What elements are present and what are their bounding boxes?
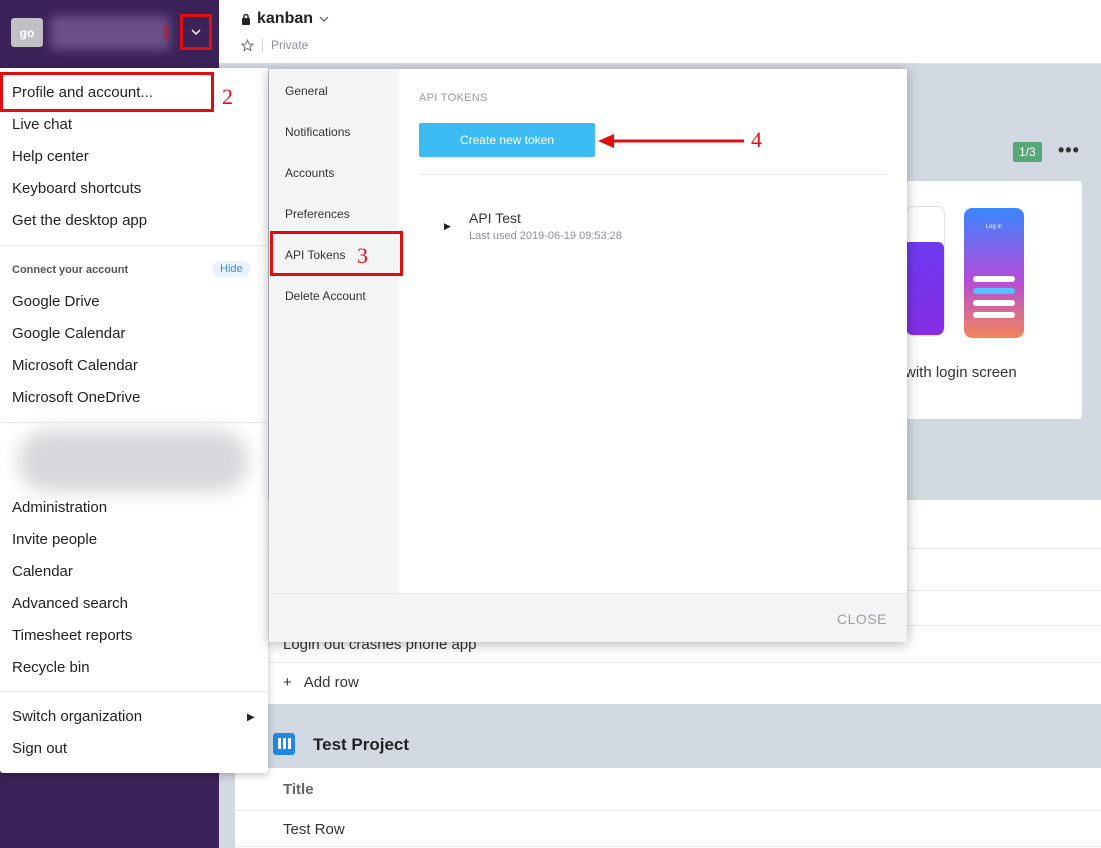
nav-accounts[interactable]: Accounts [285,166,334,180]
nav-delete-account[interactable]: Delete Account [285,289,366,303]
plus-icon: + [283,674,292,691]
menu-item-keyboard-shortcuts[interactable]: Keyboard shortcuts [12,180,141,197]
divider [262,38,263,52]
board-meta: Private [241,38,308,52]
connect-section-label: Connect your account [12,264,129,276]
board-card[interactable]: Log in with login screen [905,181,1082,419]
menu-item-invite-people[interactable]: Invite people [12,531,97,548]
phone-title: Log in [985,224,1003,230]
board-title[interactable]: kanban [241,10,329,28]
menu-item-recycle-bin[interactable]: Recycle bin [12,659,90,676]
menu-item-advanced-search[interactable]: Advanced search [12,595,128,612]
hide-button[interactable]: Hide [212,261,251,277]
board-icon [273,733,295,755]
card-caption: with login screen [905,364,1017,381]
menu-item-google-calendar[interactable]: Google Calendar [12,325,125,342]
divider [235,662,1101,663]
modal-footer: CLOSE [269,593,907,642]
menu-item-sign-out[interactable]: Sign out [12,740,67,757]
lock-icon [242,13,250,25]
nav-api-tokens[interactable]: API Tokens [285,248,345,262]
workspace-name-redacted [50,16,170,50]
annotation-2: 2 [222,84,233,109]
add-row-button[interactable]: + Add row [283,674,359,691]
nav-preferences[interactable]: Preferences [285,207,350,221]
board-header: kanban Private [219,0,1101,64]
project-table: Title Test Row [235,768,1101,848]
expand-icon[interactable]: ▶ [444,221,451,232]
divider [0,245,268,246]
star-icon[interactable] [241,38,254,52]
workspace-dropdown-menu: Profile and account... Live chat Help ce… [0,68,268,773]
annotation-1: 1 [160,20,171,45]
create-token-button[interactable]: Create new token [419,123,595,157]
token-name[interactable]: API Test [469,210,521,226]
caret-right-icon: ▶ [247,712,255,723]
table-row[interactable]: Test Row [283,821,345,838]
add-row-label: Add row [303,674,359,691]
annotation-arrow-icon [598,134,744,148]
divider [419,174,887,175]
divider [0,422,268,423]
mockup-phone-image [905,206,945,336]
annotation-4: 4 [751,127,762,152]
menu-item-microsoft-onedrive[interactable]: Microsoft OneDrive [12,389,140,406]
visibility-label: Private [271,38,309,52]
menu-item-microsoft-calendar[interactable]: Microsoft Calendar [12,357,138,374]
token-last-used: Last used 2019-06-19 09:53:28 [469,230,622,242]
nav-notifications[interactable]: Notifications [285,125,350,139]
column-header-title[interactable]: Title [283,781,314,798]
page-counter: 1/3 [1013,142,1042,162]
chevron-down-icon [191,28,201,35]
more-icon[interactable]: ••• [1058,140,1080,161]
menu-item-help-center[interactable]: Help center [12,148,89,165]
login-mockup-image: Log in [964,208,1024,338]
menu-item-profile[interactable]: Profile and account... [12,84,153,101]
menu-item-google-drive[interactable]: Google Drive [12,293,100,310]
settings-nav: General Notifications Accounts Preferenc… [269,69,403,593]
board-name: kanban [257,10,314,27]
divider [235,846,1101,847]
divider [235,810,1101,811]
divider [0,691,268,692]
workspace-menu-toggle[interactable] [180,14,212,50]
close-button[interactable]: CLOSE [837,611,887,627]
menu-item-desktop-app[interactable]: Get the desktop app [12,212,147,229]
menu-item-calendar[interactable]: Calendar [12,563,73,580]
annotation-3: 3 [357,243,368,268]
menu-item-timesheet-reports[interactable]: Timesheet reports [12,627,132,644]
nav-general[interactable]: General [285,84,328,98]
section-title: API TOKENS [419,92,488,104]
account-info-redacted [18,430,248,492]
project-header: Test Project [235,720,1101,768]
settings-modal: General Notifications Accounts Preferenc… [269,69,907,642]
workspace-avatar[interactable]: go [11,18,43,47]
menu-item-live-chat[interactable]: Live chat [12,116,72,133]
menu-item-switch-organization[interactable]: Switch organization [12,708,142,725]
project-title[interactable]: Test Project [313,735,409,755]
chevron-down-icon[interactable] [319,16,329,23]
menu-item-administration[interactable]: Administration [12,499,107,516]
